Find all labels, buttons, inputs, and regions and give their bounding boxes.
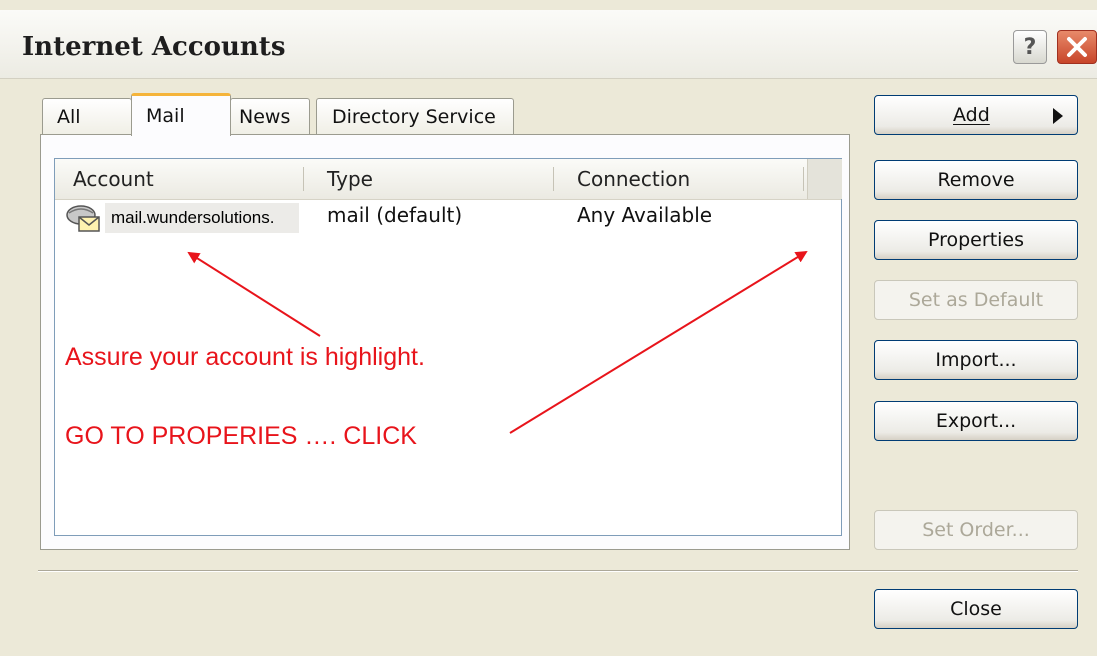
tab-strip: All Mail News Directory Service bbox=[40, 93, 840, 136]
tab-label: All bbox=[57, 105, 81, 128]
mail-account-icon bbox=[65, 201, 103, 235]
window-title: Internet Accounts bbox=[22, 32, 286, 62]
column-header-type[interactable]: Type bbox=[327, 167, 373, 191]
separator-line bbox=[38, 570, 1078, 572]
column-separator[interactable] bbox=[553, 167, 554, 191]
export-button-label: Export... bbox=[935, 410, 1017, 432]
column-separator[interactable] bbox=[303, 167, 304, 191]
window-close-button[interactable] bbox=[1057, 30, 1097, 64]
account-connection-cell: Any Available bbox=[577, 203, 713, 227]
annotation-click-instruction: GO TO PROPERIES …. CLICK bbox=[65, 422, 417, 450]
set-as-default-button[interactable]: Set as Default bbox=[874, 280, 1078, 320]
close-button[interactable]: Close bbox=[874, 589, 1078, 629]
remove-button-label: Remove bbox=[937, 169, 1015, 191]
properties-button-label: Properties bbox=[927, 229, 1025, 251]
set-as-default-button-label: Set as Default bbox=[908, 289, 1044, 311]
import-button[interactable]: Import... bbox=[874, 340, 1078, 380]
internet-accounts-dialog: Internet Accounts ? All Mail News Direct… bbox=[0, 0, 1097, 656]
tab-all[interactable]: All bbox=[42, 98, 132, 134]
annotation-highlight-instruction: Assure your account is highlight. bbox=[65, 343, 425, 371]
remove-button[interactable]: Remove bbox=[874, 160, 1078, 200]
header-filler bbox=[807, 159, 842, 199]
account-type-cell: mail (default) bbox=[327, 203, 463, 227]
import-button-label: Import... bbox=[935, 349, 1017, 371]
tab-news[interactable]: News bbox=[230, 98, 310, 134]
tab-label: News bbox=[239, 105, 291, 128]
column-header-account[interactable]: Account bbox=[73, 167, 154, 191]
account-name-cell: mail.wundersolutions. bbox=[105, 203, 299, 233]
column-header-connection[interactable]: Connection bbox=[577, 167, 690, 191]
close-icon bbox=[1067, 37, 1087, 57]
column-separator[interactable] bbox=[803, 167, 804, 191]
list-header: Account Type Connection bbox=[55, 159, 842, 200]
export-button[interactable]: Export... bbox=[874, 401, 1078, 441]
help-icon: ? bbox=[1023, 34, 1037, 60]
properties-button[interactable]: Properties bbox=[874, 220, 1078, 260]
tab-mail[interactable]: Mail bbox=[131, 93, 231, 136]
add-button[interactable]: Add bbox=[874, 95, 1078, 135]
title-bar: Internet Accounts ? bbox=[0, 10, 1097, 79]
set-order-button[interactable]: Set Order... bbox=[874, 510, 1078, 550]
set-order-button-label: Set Order... bbox=[922, 519, 1030, 541]
help-button[interactable]: ? bbox=[1013, 30, 1047, 64]
tab-directory-service[interactable]: Directory Service bbox=[316, 98, 514, 134]
tab-label: Directory Service bbox=[332, 105, 496, 128]
close-button-label: Close bbox=[950, 598, 1002, 620]
add-button-label: Add bbox=[953, 104, 990, 126]
arrow-right-icon bbox=[1053, 108, 1063, 124]
table-row[interactable]: mail.wundersolutions. mail (default) Any… bbox=[55, 201, 841, 235]
tab-label: Mail bbox=[146, 105, 185, 127]
mail-tab-panel: Account Type Connection mail.wundersolut… bbox=[40, 134, 850, 550]
